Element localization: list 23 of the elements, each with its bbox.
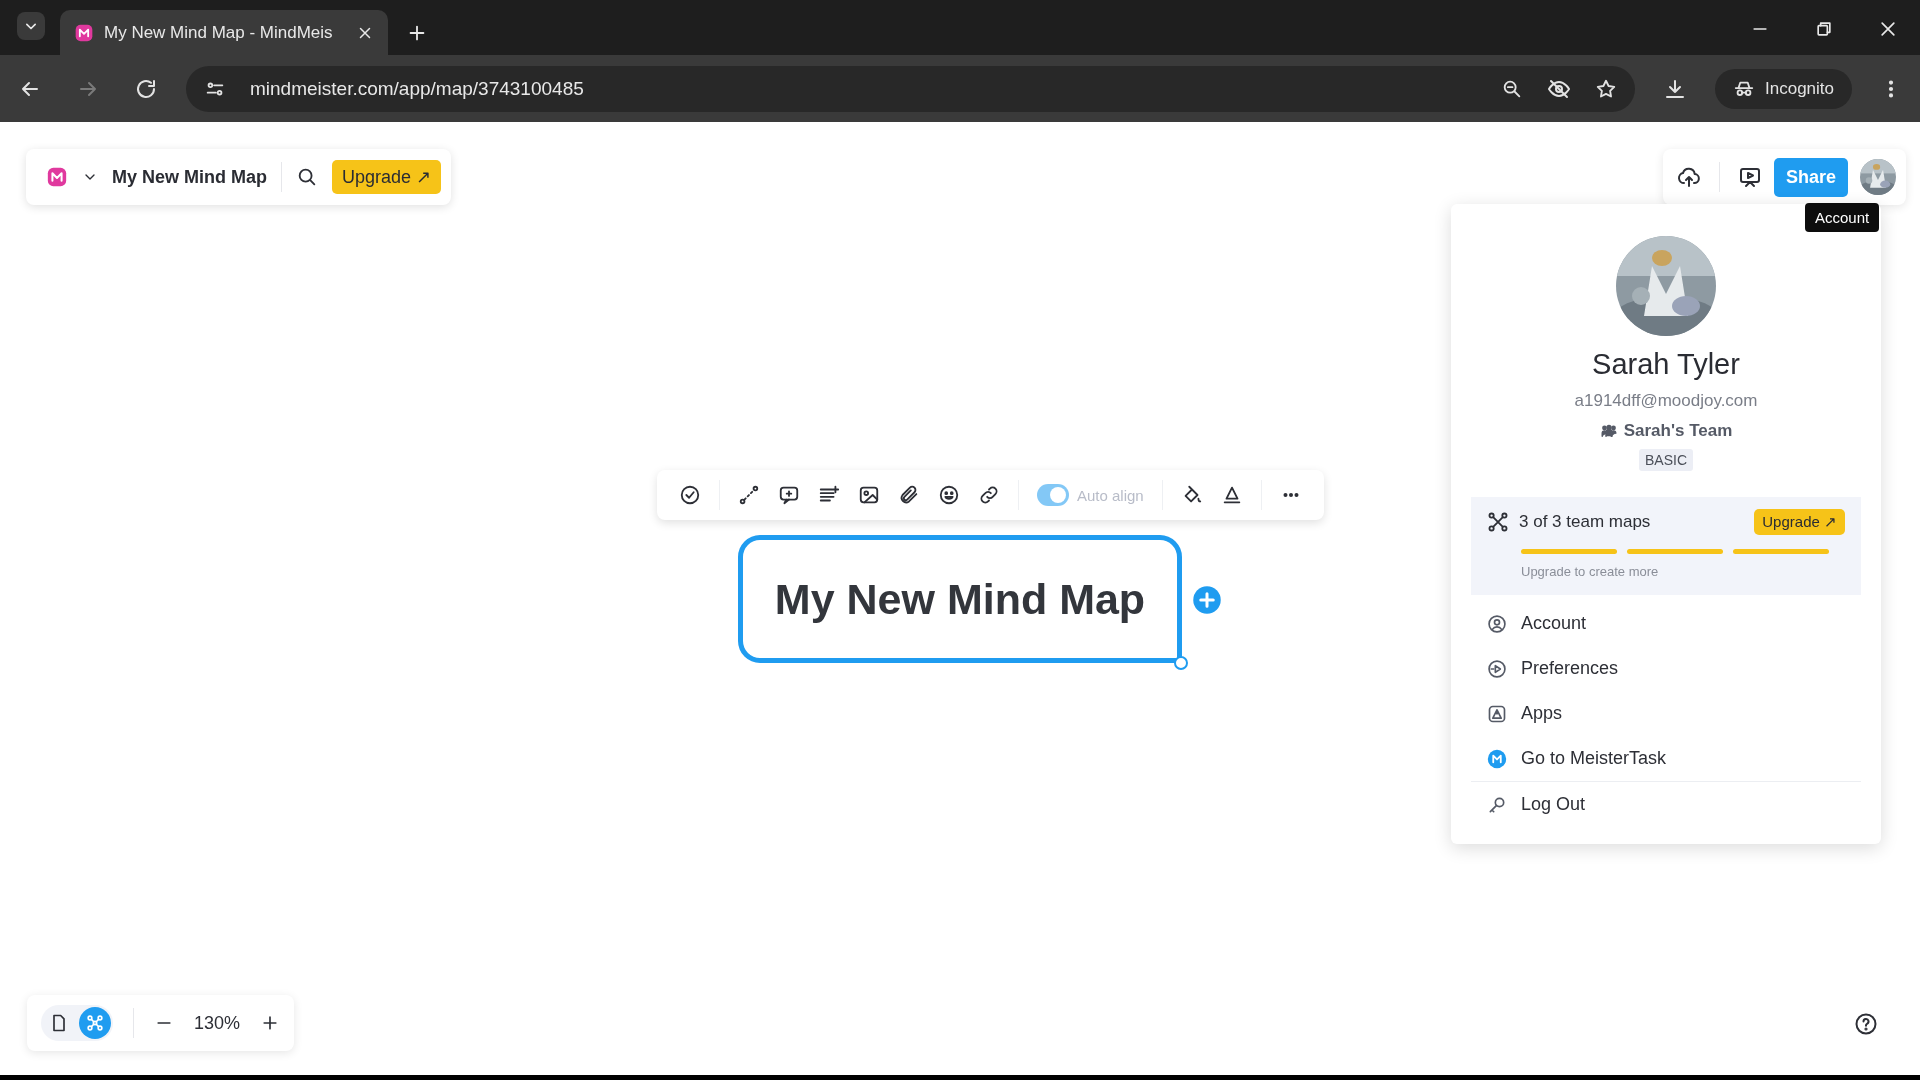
map-title[interactable]: My New Mind Map bbox=[112, 166, 267, 188]
browser-tab[interactable]: My New Mind Map - MindMeis bbox=[60, 10, 388, 55]
usage-text: 3 of 3 team maps bbox=[1519, 512, 1651, 532]
auto-align-label: Auto align bbox=[1077, 486, 1144, 504]
menu-item[interactable]: Log Out bbox=[1471, 782, 1861, 827]
address-bar[interactable]: mindmeister.com/app/map/3743100485 bbox=[186, 65, 1635, 112]
plan-badge: BASIC bbox=[1639, 449, 1693, 471]
menu-item[interactable]: Preferences bbox=[1471, 646, 1861, 691]
menu-item[interactable]: Go to MeisterTask bbox=[1471, 736, 1861, 781]
upgrade-button[interactable]: Upgrade ↗ bbox=[332, 160, 442, 194]
tooltip: Account bbox=[1805, 203, 1880, 232]
menu-item[interactable]: Account bbox=[1471, 601, 1861, 646]
tab-title: My New Mind Map - MindMeis bbox=[104, 22, 334, 43]
menu-item[interactable]: Apps bbox=[1471, 691, 1861, 736]
user-email: a1914dff@moodjoy.com bbox=[1574, 391, 1758, 411]
usage-hint: Upgrade to create more bbox=[1521, 564, 1660, 579]
url-text: mindmeister.com/app/map/3743100485 bbox=[250, 77, 584, 100]
central-topic[interactable]: My New Mind Map bbox=[738, 535, 1182, 663]
user-name: Sarah Tyler bbox=[1592, 348, 1740, 381]
zoom-level: 130% bbox=[194, 1012, 241, 1034]
team-name: Sarah's Team bbox=[1623, 421, 1733, 441]
upgrade-button[interactable]: Upgrade ↗ bbox=[1754, 509, 1845, 535]
incognito-button[interactable]: Incognito bbox=[1715, 68, 1852, 109]
